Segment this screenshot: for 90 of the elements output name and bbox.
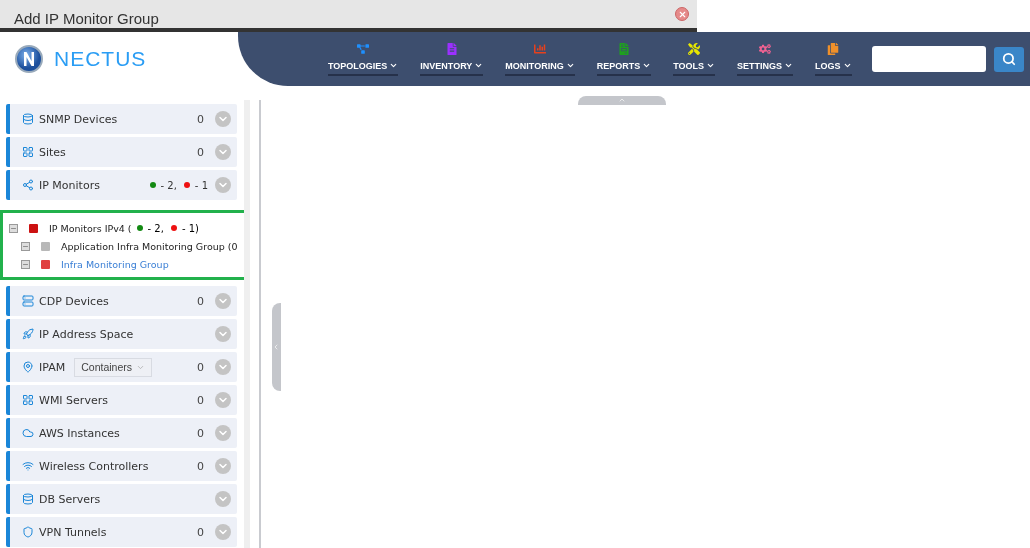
status-count: - 1) [181,222,199,234]
expand-button[interactable] [215,458,231,474]
sidebar-item[interactable]: CDP Devices 0 [6,286,237,316]
side-collapse-handle[interactable] [272,303,281,391]
sidebar-item[interactable]: Wireless Controllers 0 [6,451,237,481]
item-count: 0 [197,112,204,126]
nav-menu[interactable]: REPORTS [596,42,652,76]
nav-menu[interactable]: TOPOLOGIES [328,42,399,76]
caret-icon [642,61,652,70]
sidebar-item[interactable]: IP Address Space [6,319,237,349]
search-icon [1001,52,1016,66]
item-label: SNMP Devices [39,112,119,126]
expand-button[interactable] [215,524,231,540]
caret-icon [389,61,399,70]
collapse-handle[interactable] [578,96,666,105]
collapse-toggle[interactable] [9,223,18,233]
status-count: - 1 [194,179,208,191]
sidebar-item[interactable]: SNMP Devices 0 [6,104,237,134]
nav-menu[interactable]: SETTINGS [737,42,794,76]
tree-node-label[interactable]: Application Infra Monitoring Group (0 [61,240,238,252]
pin-icon [22,361,34,373]
nav-menu[interactable]: MONITORING [505,42,575,76]
tree-node-label[interactable]: IP Monitors IPv4 ( [49,222,132,234]
expand-button[interactable] [215,177,231,193]
expand-button[interactable] [215,392,231,408]
close-icon [677,9,687,19]
nav-menu[interactable]: INVENTORY [420,42,484,76]
item-count: 0 [197,294,204,308]
rocket-icon [22,328,34,340]
server-icon [22,295,34,307]
caret-icon [706,61,716,70]
item-label: IPAM [39,360,66,374]
cloud-icon [22,427,34,439]
caret-icon [272,343,280,351]
windows-icon [22,394,34,406]
item-label: Wireless Controllers [39,459,150,473]
item-count: 0 [197,393,204,407]
logo-icon [14,44,44,74]
caret-icon [474,61,484,70]
item-label: Sites [39,145,67,159]
item-count: 0 [197,360,204,374]
logo-text: NECTUS [54,47,147,71]
shield-icon [22,526,34,538]
search-field[interactable] [871,46,986,72]
expand-button[interactable] [215,144,231,160]
item-count: 0 [197,459,204,473]
item-count: 0 [197,145,204,159]
item-label: AWS Instances [39,426,121,440]
caret-icon [784,61,794,70]
tree-node-label[interactable]: Infra Monitoring Group [61,258,169,270]
expand-button[interactable] [215,491,231,507]
item-label: CDP Devices [39,294,110,308]
expand-button[interactable] [215,326,231,342]
caret-icon [842,61,852,70]
status-count: - 2, [160,179,177,191]
item-label: DB Servers [39,492,102,506]
item-label: VPN Tunnels [39,525,108,539]
caret-icon [618,96,626,104]
expand-button[interactable] [215,111,231,127]
expand-button[interactable] [215,293,231,309]
close-button[interactable] [675,7,689,21]
item-label: WMI Servers [39,393,109,407]
grid-icon [22,146,34,158]
sidebar-item[interactable]: WMI Servers 0 [6,385,237,415]
collapse-toggle[interactable] [21,241,30,251]
sidebar-item[interactable]: IP Monitors - 2, - 1 [6,170,237,200]
caret-icon [565,61,575,70]
nav-menu[interactable]: LOGS [815,42,852,76]
collapse-toggle[interactable] [21,259,30,269]
item-count: 0 [197,525,204,539]
sidebar-item[interactable]: VPN Tunnels 0 [6,517,237,547]
expand-button[interactable] [215,425,231,441]
database-icon [22,493,34,505]
expand-button[interactable] [215,359,231,375]
item-label: IP Monitors [39,178,101,192]
sidebar-item[interactable]: DB Servers [6,484,237,514]
network-icon [22,179,34,191]
wifi-icon [22,460,34,472]
sidebar-item[interactable]: Sites 0 [6,137,237,167]
item-count: 0 [197,426,204,440]
containers-dropdown[interactable]: Containers [74,357,152,377]
database-icon [22,113,34,125]
scrollbar[interactable] [244,100,250,548]
search-button[interactable] [993,46,1024,72]
window-title: Add IP Monitor Group [14,10,159,28]
item-label: IP Address Space [39,327,135,341]
nav-menu[interactable]: TOOLS [673,42,716,76]
status-count: - 2, [147,222,164,234]
sidebar-item[interactable]: IPAM Containers 0 [6,352,237,382]
sidebar-item[interactable]: AWS Instances 0 [6,418,237,448]
